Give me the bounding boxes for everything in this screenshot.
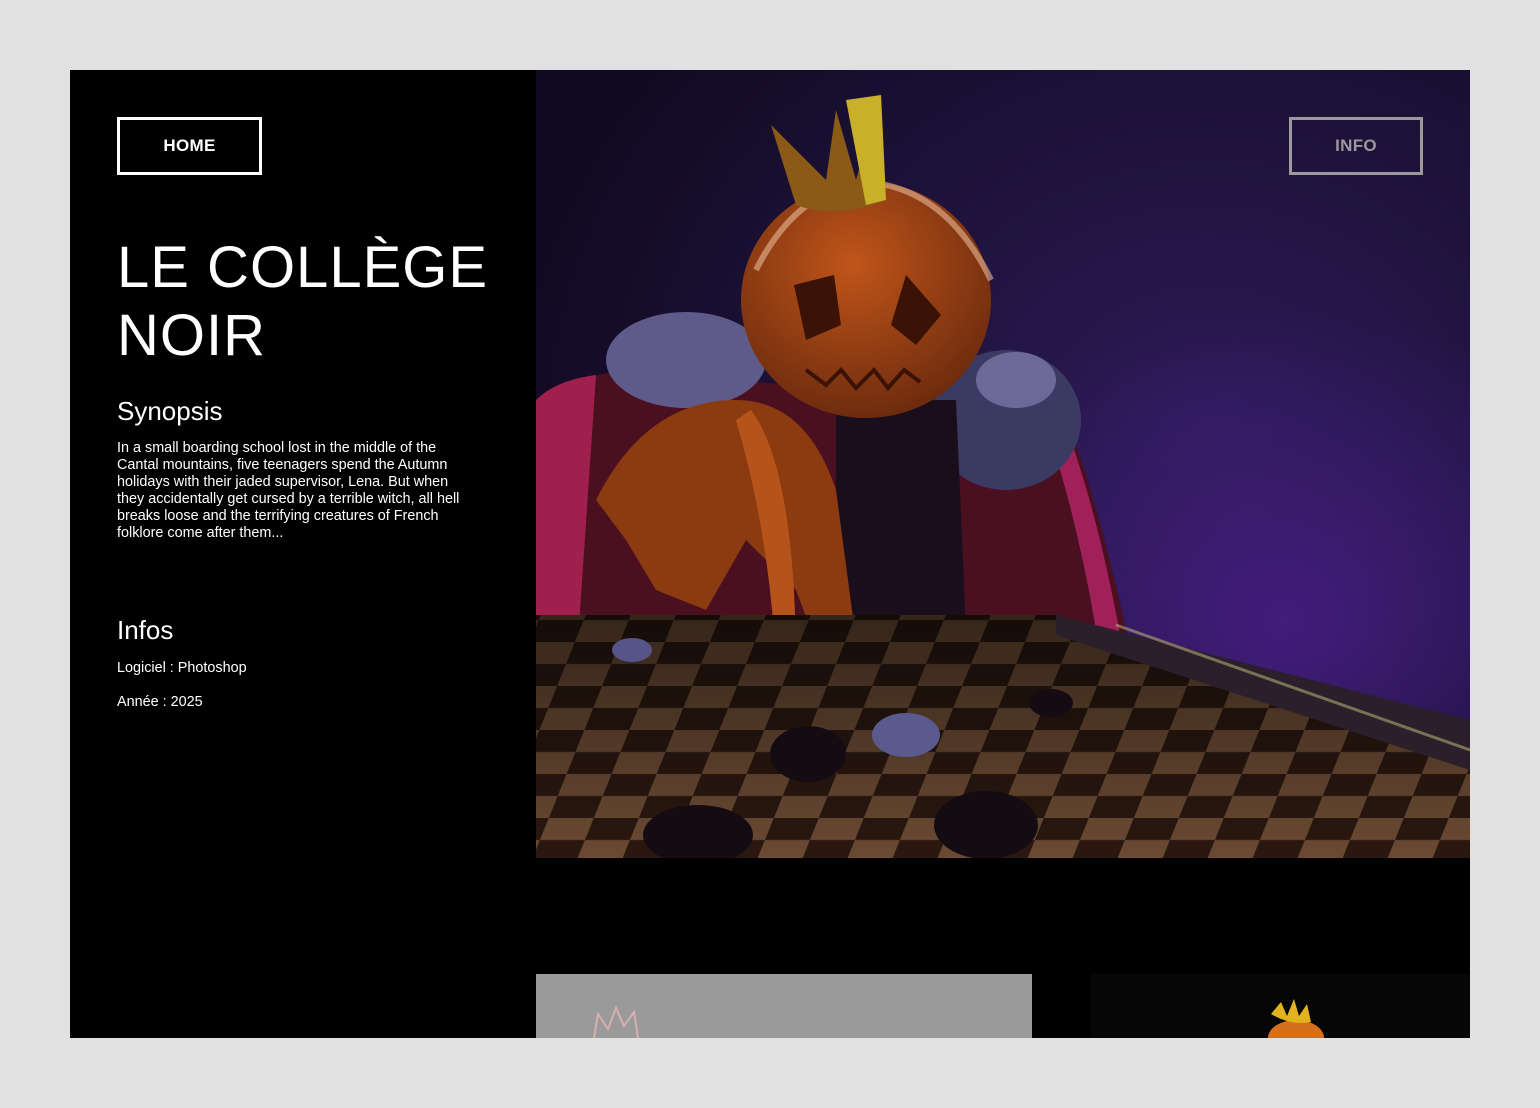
info-button[interactable]: INFO [1289, 117, 1423, 175]
info-year: Année : 2025 [117, 694, 203, 710]
synopsis-line: breaks loose and the terrifying creature… [117, 508, 439, 524]
synopsis-line: In a small boarding school lost in the m… [117, 440, 437, 456]
project-title-line-2: NOIR [117, 303, 266, 368]
checker-piece [770, 726, 846, 782]
gallery-thumbnail-sketch[interactable] [536, 974, 1032, 1038]
left-collar [606, 312, 766, 408]
synopsis-heading: Synopsis [117, 396, 223, 426]
pumpkin-king-illustration [536, 70, 1470, 858]
checker-piece [872, 713, 940, 757]
synopsis-line: they accidentally get cursed by a terrib… [117, 491, 460, 507]
home-button[interactable]: HOME [117, 117, 262, 175]
info-software: Logiciel : Photoshop [117, 660, 247, 676]
project-sidebar: HOME LE COLLÈGE NOIR Synopsis In a small… [70, 70, 536, 1038]
synopsis-line: holidays with their jaded supervisor, Le… [117, 474, 449, 490]
infos-heading: Infos [117, 615, 174, 645]
collar-highlight [976, 352, 1056, 408]
checker-piece [612, 638, 652, 662]
synopsis-line: folklore come after them... [117, 525, 284, 541]
synopsis-text: In a small boarding school lost in the m… [117, 440, 487, 542]
synopsis-line: Cantal mountains, five teenagers spend t… [117, 457, 448, 473]
project-title-line-1: LE COLLÈGE [117, 235, 489, 300]
crown-sketch-icon [593, 1005, 639, 1038]
project-title: LE COLLÈGE NOIR [117, 234, 517, 370]
gallery-thumbnail-color[interactable] [1091, 974, 1470, 1038]
hero-artwork [536, 70, 1470, 858]
checker-piece [934, 791, 1038, 858]
pumpkin-head [741, 182, 991, 418]
project-page: HOME LE COLLÈGE NOIR Synopsis In a small… [70, 70, 1470, 1038]
pumpkin-crown-icon [1268, 999, 1324, 1038]
torso [836, 400, 966, 630]
checker-piece [1029, 689, 1073, 717]
